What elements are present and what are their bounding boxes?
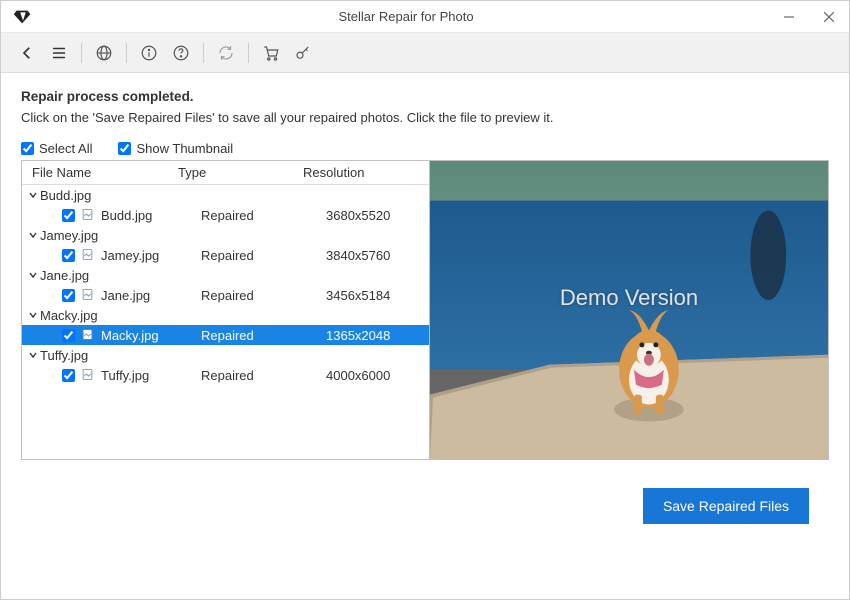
file-checkbox[interactable] [62, 329, 75, 342]
image-file-icon [81, 368, 95, 382]
chevron-down-icon[interactable] [26, 230, 40, 240]
file-checkbox[interactable] [62, 209, 75, 222]
titlebar: Stellar Repair for Photo [1, 1, 849, 33]
refresh-icon[interactable] [212, 39, 240, 67]
file-resolution: 3840x5760 [326, 248, 427, 263]
group-row[interactable]: Jane.jpg [22, 265, 429, 285]
file-row[interactable]: Macky.jpgRepaired1365x2048 [22, 325, 429, 345]
group-row[interactable]: Budd.jpg [22, 185, 429, 205]
group-name: Macky.jpg [40, 308, 98, 323]
group-name: Tuffy.jpg [40, 348, 88, 363]
image-file-icon [81, 328, 95, 342]
file-name: Jane.jpg [101, 288, 201, 303]
group-name: Jamey.jpg [40, 228, 98, 243]
save-repaired-files-button[interactable]: Save Repaired Files [643, 488, 809, 524]
file-name: Jamey.jpg [101, 248, 201, 263]
file-type: Repaired [201, 248, 326, 263]
image-file-icon [81, 248, 95, 262]
show-thumbnail-option[interactable]: Show Thumbnail [118, 141, 233, 156]
chevron-down-icon[interactable] [26, 190, 40, 200]
list-options: Select All Show Thumbnail [21, 141, 829, 156]
toolbar-separator [126, 43, 127, 63]
globe-icon[interactable] [90, 39, 118, 67]
file-type: Repaired [201, 328, 326, 343]
group-row[interactable]: Tuffy.jpg [22, 345, 429, 365]
app-logo-icon [9, 3, 37, 31]
toolbar-separator [203, 43, 204, 63]
file-resolution: 3680x5520 [326, 208, 427, 223]
cart-icon[interactable] [257, 39, 285, 67]
file-checkbox[interactable] [62, 249, 75, 262]
file-row[interactable]: Tuffy.jpgRepaired4000x6000 [22, 365, 429, 385]
help-icon[interactable] [167, 39, 195, 67]
file-resolution: 1365x2048 [326, 328, 427, 343]
content-area: Repair process completed. Click on the '… [1, 73, 849, 534]
select-all-label: Select All [39, 141, 92, 156]
file-resolution: 4000x6000 [326, 368, 427, 383]
key-icon[interactable] [289, 39, 317, 67]
preview-pane: Demo Version [430, 161, 828, 459]
file-type: Repaired [201, 368, 326, 383]
select-all-option[interactable]: Select All [21, 141, 92, 156]
file-name: Budd.jpg [101, 208, 201, 223]
toolbar [1, 33, 849, 73]
back-button[interactable] [13, 39, 41, 67]
file-name: Tuffy.jpg [101, 368, 201, 383]
chevron-down-icon[interactable] [26, 270, 40, 280]
watermark-text: Demo Version [560, 285, 698, 311]
col-filename[interactable]: File Name [28, 165, 178, 180]
toolbar-separator [81, 43, 82, 63]
show-thumbnail-checkbox[interactable] [118, 142, 131, 155]
info-icon[interactable] [135, 39, 163, 67]
window-controls [769, 1, 849, 33]
file-type: Repaired [201, 208, 326, 223]
group-row[interactable]: Macky.jpg [22, 305, 429, 325]
group-name: Budd.jpg [40, 188, 91, 203]
show-thumbnail-label: Show Thumbnail [136, 141, 233, 156]
chevron-down-icon[interactable] [26, 310, 40, 320]
file-row[interactable]: Jane.jpgRepaired3456x5184 [22, 285, 429, 305]
menu-icon[interactable] [45, 39, 73, 67]
file-type: Repaired [201, 288, 326, 303]
select-all-checkbox[interactable] [21, 142, 34, 155]
file-name: Macky.jpg [101, 328, 201, 343]
page-heading: Repair process completed. [21, 89, 829, 104]
file-checkbox[interactable] [62, 289, 75, 302]
file-resolution: 3456x5184 [326, 288, 427, 303]
file-row[interactable]: Jamey.jpgRepaired3840x5760 [22, 245, 429, 265]
body-split: File Name Type Resolution Budd.jpgBudd.j… [21, 160, 829, 460]
close-button[interactable] [809, 1, 849, 33]
page-subtext: Click on the 'Save Repaired Files' to sa… [21, 110, 829, 125]
col-type[interactable]: Type [178, 165, 303, 180]
file-list: File Name Type Resolution Budd.jpgBudd.j… [22, 161, 430, 459]
file-checkbox[interactable] [62, 369, 75, 382]
group-row[interactable]: Jamey.jpg [22, 225, 429, 245]
image-file-icon [81, 208, 95, 222]
chevron-down-icon[interactable] [26, 350, 40, 360]
table-header: File Name Type Resolution [22, 161, 429, 185]
group-name: Jane.jpg [40, 268, 89, 283]
toolbar-separator [248, 43, 249, 63]
footer: Save Repaired Files [21, 460, 829, 524]
file-row[interactable]: Budd.jpgRepaired3680x5520 [22, 205, 429, 225]
minimize-button[interactable] [769, 1, 809, 33]
app-title: Stellar Repair for Photo [43, 9, 769, 24]
image-file-icon [81, 288, 95, 302]
col-resolution[interactable]: Resolution [303, 165, 423, 180]
